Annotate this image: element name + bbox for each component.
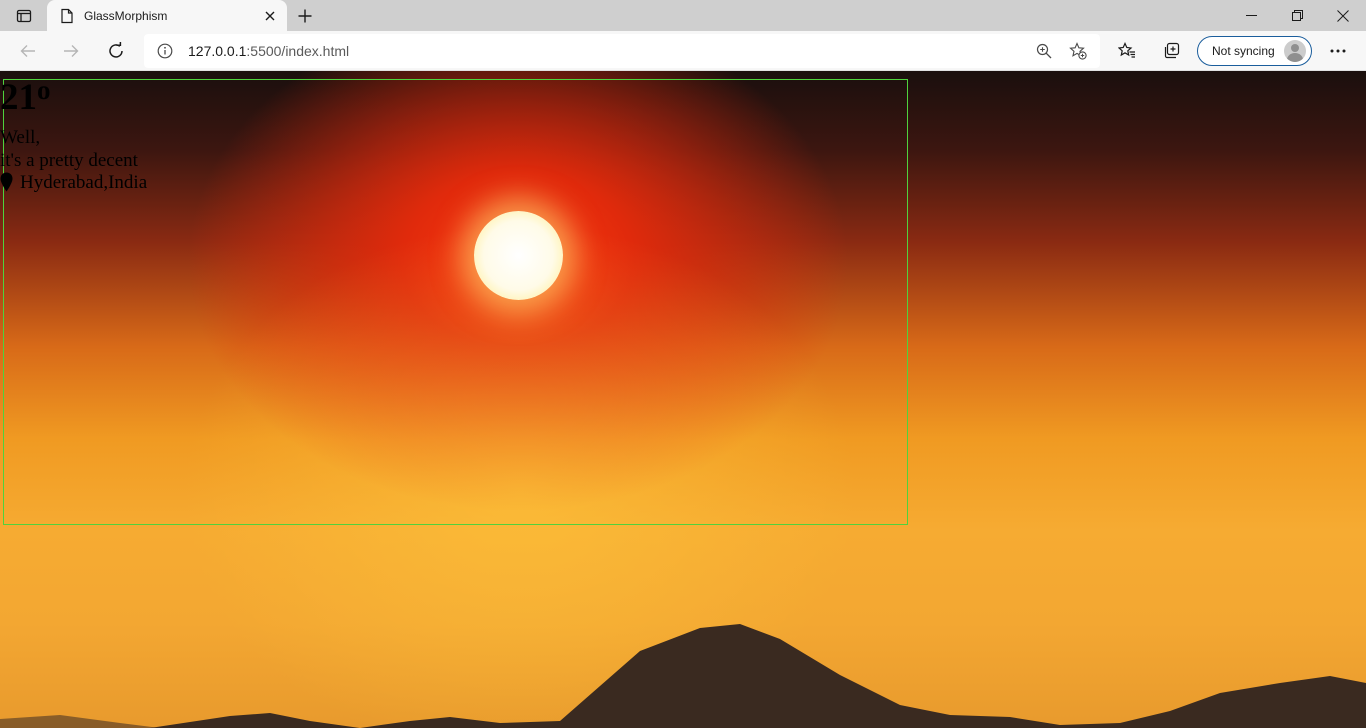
minimize-icon [1245,15,1257,16]
description-line-2: it's a pretty decent [0,150,138,171]
restore-icon [1291,10,1303,21]
temperature-value: 21o [0,77,51,118]
url-host: 127.0.0.1 [188,43,247,59]
temperature-number: 21 [0,77,37,118]
tab-actions-button[interactable] [8,4,40,28]
description-line-1: Well, [0,127,41,148]
weather-card [3,79,908,525]
collections-button[interactable] [1156,35,1188,67]
collections-icon [1164,42,1180,59]
arrow-right-icon [64,45,79,57]
restore-button[interactable] [1274,0,1320,31]
arrow-left-icon [20,45,35,57]
browser-toolbar: 127.0.0.1:5500/index.html Not syncing [0,31,1366,71]
star-add-icon [1069,42,1087,60]
tab-title: GlassMorphism [84,8,168,23]
profile-label: Not syncing [1212,44,1275,58]
zoom-icon [1036,43,1052,59]
location: Hyderabad,India [0,172,147,192]
avatar [1283,40,1306,62]
page-viewport: 21o Well, it's a pretty decent Hyderabad… [0,71,1366,728]
add-favorite-button[interactable] [1066,39,1090,63]
more-button[interactable] [1322,35,1354,67]
refresh-icon [109,42,123,58]
new-tab-button[interactable] [292,4,318,28]
refresh-button[interactable] [100,35,132,67]
document-icon [59,8,75,24]
tab-strip: GlassMorphism [0,0,1366,31]
url-path: :5500/index.html [246,43,350,59]
tab-glassmorphism[interactable]: GlassMorphism [47,0,287,31]
url-text[interactable]: 127.0.0.1:5500/index.html [188,43,349,59]
profile-button[interactable]: Not syncing [1197,36,1312,66]
forward-button[interactable] [55,35,87,67]
close-icon [265,11,275,20]
location-text: Hyderabad,India [20,171,148,193]
favorites-icon [1118,42,1135,58]
tab-actions-icon [16,9,32,23]
address-bar[interactable]: 127.0.0.1:5500/index.html [144,34,1100,68]
favorites-button[interactable] [1111,35,1143,67]
plus-icon [298,9,312,23]
degree-symbol: o [37,75,51,105]
zoom-button[interactable] [1032,39,1056,63]
minimize-button[interactable] [1228,0,1274,31]
ellipsis-icon [1330,49,1346,53]
back-button[interactable] [12,35,44,67]
info-icon[interactable] [156,42,174,60]
location-pin-icon [0,172,13,192]
close-tab-button[interactable] [259,5,281,27]
close-icon [1337,9,1349,22]
close-window-button[interactable] [1320,0,1366,31]
